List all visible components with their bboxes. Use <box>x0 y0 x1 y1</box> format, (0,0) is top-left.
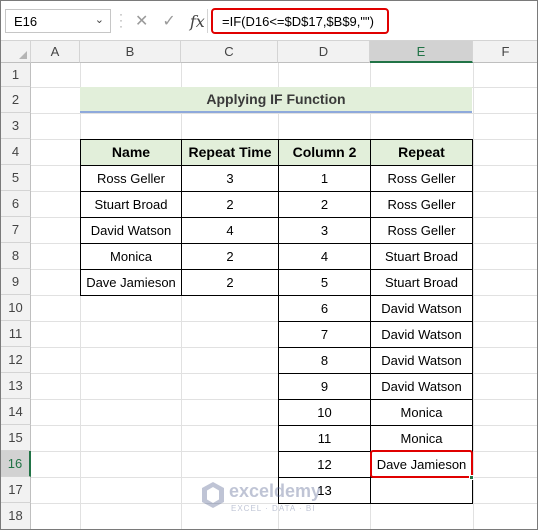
table-cell[interactable]: Monica <box>370 399 473 426</box>
table-cell[interactable]: David Watson <box>370 373 473 400</box>
table-cell[interactable]: 4 <box>181 217 279 244</box>
table-cell[interactable]: 2 <box>181 269 279 296</box>
grid-line <box>181 63 182 529</box>
grid-line <box>473 63 474 529</box>
row-header-12[interactable]: 12 <box>1 347 31 373</box>
watermark: exceldemy EXCEL · DATA · BI <box>201 479 351 519</box>
grid-line <box>31 113 537 114</box>
table2-header-repeat[interactable]: Repeat <box>370 139 473 166</box>
table-cell[interactable]: David Watson <box>80 217 182 244</box>
table-cell[interactable]: 11 <box>278 425 371 452</box>
fill-handle[interactable] <box>469 475 474 480</box>
spreadsheet-window: E16 ⌄ · · · ✕ ✓ fx =IF(D16<=$D$17,$B$9,"")… <box>0 0 538 530</box>
table-cell[interactable]: Ross Geller <box>370 191 473 218</box>
table2-header-column-2[interactable]: Column 2 <box>278 139 371 166</box>
table-cell[interactable]: Monica <box>370 425 473 452</box>
row-header-7[interactable]: 7 <box>1 217 31 243</box>
column-header-a[interactable]: A <box>31 41 80 63</box>
watermark-name: exceldemy <box>229 481 322 501</box>
formula-text: =IF(D16<=$D$17,$B$9,"") <box>222 14 374 29</box>
exceldemy-logo-icon <box>202 482 224 508</box>
select-all-button[interactable] <box>1 41 31 63</box>
table-cell[interactable]: 5 <box>278 269 371 296</box>
table1-header-name[interactable]: Name <box>80 139 182 166</box>
table-cell[interactable]: Stuart Broad <box>80 191 182 218</box>
row-header-2[interactable]: 2 <box>1 87 31 113</box>
table-cell[interactable]: 3 <box>278 217 371 244</box>
table-cell[interactable]: 3 <box>181 165 279 192</box>
row-header-17[interactable]: 17 <box>1 477 31 503</box>
table-cell[interactable]: 1 <box>278 165 371 192</box>
column-header-d[interactable]: D <box>278 41 370 63</box>
enter-icon[interactable]: ✓ <box>162 11 175 31</box>
table-cell[interactable]: Ross Geller <box>80 165 182 192</box>
row-header-5[interactable]: 5 <box>1 165 31 191</box>
row-header-16[interactable]: 16 <box>1 451 31 477</box>
row-header-9[interactable]: 9 <box>1 269 31 295</box>
watermark-tagline: EXCEL · DATA · BI <box>231 504 316 513</box>
table-cell[interactable]: David Watson <box>370 321 473 348</box>
table1-header-repeat-time[interactable]: Repeat Time <box>181 139 279 166</box>
table-cell[interactable]: 12 <box>278 451 371 478</box>
table-cell[interactable]: Ross Geller <box>370 217 473 244</box>
row-header-18[interactable]: 18 <box>1 503 31 529</box>
table-cell[interactable]: David Watson <box>370 295 473 322</box>
row-header-1[interactable]: 1 <box>1 63 31 87</box>
active-cell-border <box>370 450 473 478</box>
table-cell[interactable]: 2 <box>278 191 371 218</box>
row-header-3[interactable]: 3 <box>1 113 31 139</box>
insert-function-icon[interactable]: fx <box>190 12 205 31</box>
formula-input[interactable]: =IF(D16<=$D$17,$B$9,"") <box>211 8 389 34</box>
chevron-down-icon[interactable]: ⌄ <box>95 13 104 26</box>
table-cell[interactable]: Monica <box>80 243 182 270</box>
table-cell[interactable]: 2 <box>181 191 279 218</box>
row-header-10[interactable]: 10 <box>1 295 31 321</box>
row-header-15[interactable]: 15 <box>1 425 31 451</box>
row-header-14[interactable]: 14 <box>1 399 31 425</box>
name-box[interactable]: E16 ⌄ <box>5 9 111 33</box>
row-header-13[interactable]: 13 <box>1 373 31 399</box>
table-cell[interactable]: 4 <box>278 243 371 270</box>
row-header-11[interactable]: 11 <box>1 321 31 347</box>
row-header-6[interactable]: 6 <box>1 191 31 217</box>
name-box-value: E16 <box>14 14 38 29</box>
column-header-f[interactable]: F <box>473 41 537 63</box>
formula-separator <box>207 9 208 33</box>
table-cell[interactable]: Stuart Broad <box>370 243 473 270</box>
column-header-e[interactable]: E <box>370 41 473 63</box>
table-cell[interactable]: Dave Jamieson <box>80 269 182 296</box>
cancel-icon[interactable]: ✕ <box>135 11 148 31</box>
table-cell[interactable] <box>370 477 473 504</box>
sheet-title[interactable]: Applying IF Function <box>80 87 472 113</box>
row-header-8[interactable]: 8 <box>1 243 31 269</box>
table-cell[interactable]: Ross Geller <box>370 165 473 192</box>
column-header-b[interactable]: B <box>80 41 181 63</box>
grid-line <box>80 63 81 529</box>
table-cell[interactable]: David Watson <box>370 347 473 374</box>
table-cell[interactable]: 8 <box>278 347 371 374</box>
table-cell[interactable]: 9 <box>278 373 371 400</box>
table-cell[interactable]: 7 <box>278 321 371 348</box>
row-header-4[interactable]: 4 <box>1 139 31 165</box>
drag-handle-icon[interactable]: · · · <box>119 8 123 32</box>
table-cell[interactable]: 6 <box>278 295 371 322</box>
table-cell[interactable]: Stuart Broad <box>370 269 473 296</box>
table-cell[interactable]: 10 <box>278 399 371 426</box>
column-header-c[interactable]: C <box>181 41 278 63</box>
table-cell[interactable]: 2 <box>181 243 279 270</box>
formula-bar: E16 ⌄ · · · ✕ ✓ fx =IF(D16<=$D$17,$B$9,"") <box>1 1 537 41</box>
